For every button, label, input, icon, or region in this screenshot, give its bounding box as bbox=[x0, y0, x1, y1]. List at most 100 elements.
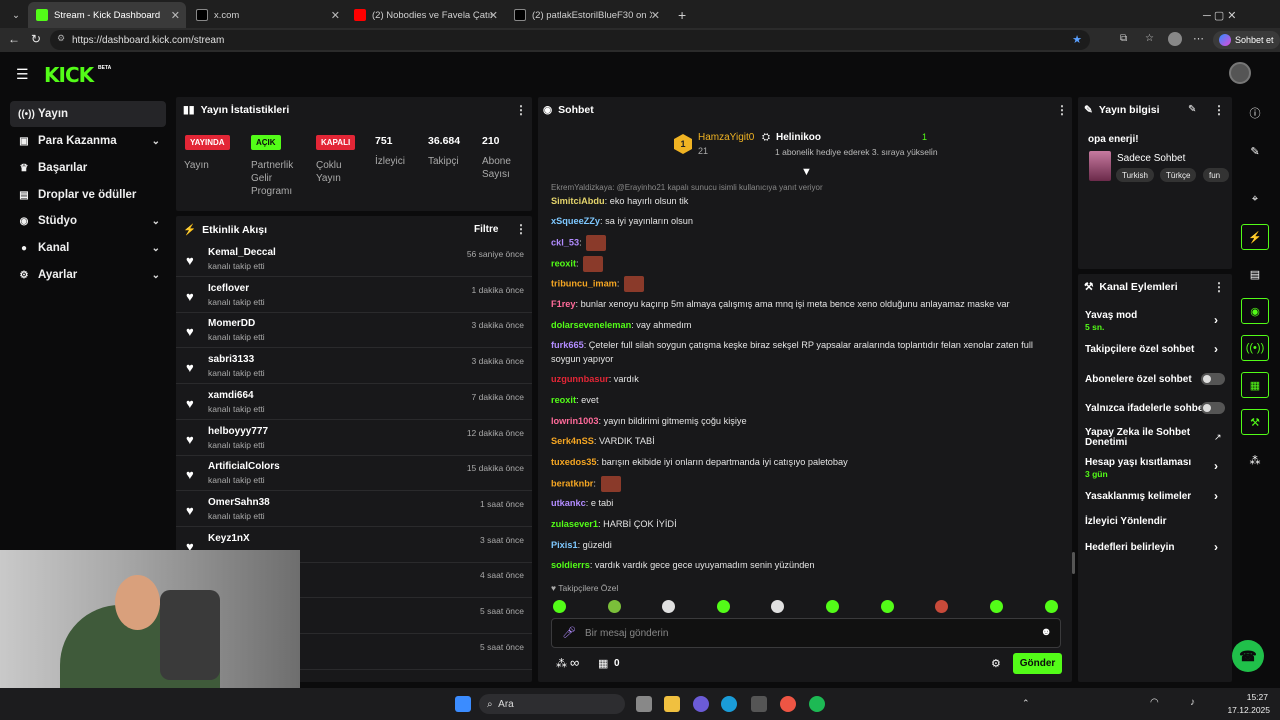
chat-username[interactable]: F1rey bbox=[551, 299, 576, 309]
dots-cluster-icon[interactable]: ⁂ bbox=[1241, 447, 1269, 473]
activity-user[interactable]: ArtificialColors bbox=[208, 461, 280, 472]
emote-only-toggle[interactable] bbox=[1201, 402, 1225, 414]
category-name[interactable]: Sadece Sohbet bbox=[1117, 153, 1185, 164]
followers-only-chat-row[interactable]: Takipçilere özel sohbet bbox=[1085, 344, 1225, 355]
info-icon[interactable]: ⓘ bbox=[1241, 100, 1269, 126]
external-link-icon[interactable]: ↗ bbox=[1214, 432, 1222, 443]
ai-moderation-row[interactable]: Yapay Zeka ile Sohbet Denetimi bbox=[1085, 428, 1205, 448]
activity-item[interactable]: ♥ Kemal_Deccal kanalı takip etti 56 saniye … bbox=[176, 241, 532, 277]
tab-actions-icon[interactable]: ⌄ bbox=[4, 2, 24, 28]
tag-chip[interactable]: Turkish bbox=[1116, 168, 1154, 182]
banned-words-row[interactable]: Yasaklanmış kelimeler bbox=[1085, 491, 1225, 502]
chat-username[interactable]: SimitciAbdu bbox=[551, 196, 605, 206]
store-icon[interactable]: ▦ bbox=[598, 657, 608, 670]
spotify-icon[interactable] bbox=[809, 696, 825, 712]
host-viewers-row[interactable]: İzleyici Yönlendir bbox=[1085, 516, 1225, 527]
activity-item[interactable]: ♥ OmerSahn38 kanalı takip etti 1 saat önce bbox=[176, 491, 532, 527]
broadcast-icon[interactable]: ((•)) bbox=[1241, 335, 1269, 361]
chevron-right-icon[interactable]: › bbox=[1214, 540, 1218, 554]
emote-icon[interactable] bbox=[553, 600, 566, 613]
activity-user[interactable]: OmerSahn38 bbox=[208, 497, 270, 508]
activity-user[interactable]: MomerDD bbox=[208, 318, 255, 329]
profile-avatar[interactable] bbox=[1168, 32, 1182, 46]
sidebar-item-studyo[interactable]: ◉ Stüdyo ⌄ bbox=[10, 208, 166, 234]
emote-icon[interactable] bbox=[608, 600, 621, 613]
chat-username[interactable]: utkankc bbox=[551, 498, 586, 508]
volume-icon[interactable]: ♪ bbox=[1190, 697, 1195, 708]
chat-username[interactable]: Serk4nSS bbox=[551, 436, 594, 446]
clock-time[interactable]: 15:27 bbox=[1234, 692, 1268, 702]
activity-user[interactable]: helboyyy777 bbox=[208, 426, 268, 437]
chrome-icon[interactable] bbox=[780, 696, 796, 712]
activity-item[interactable]: ♥ sabri3133 kanalı takip etti 3 dakika önce bbox=[176, 348, 532, 385]
more-options-icon[interactable]: ⋮ bbox=[1056, 103, 1068, 117]
more-options-icon[interactable]: ⋮ bbox=[1213, 103, 1225, 117]
kick-logo[interactable]: KICK bbox=[44, 63, 94, 87]
more-options-icon[interactable]: ⋯ bbox=[1193, 32, 1204, 45]
activity-item[interactable]: ♥ MomerDD kanalı takip etti 3 dakika önce bbox=[176, 312, 532, 349]
top-gifter-name[interactable]: HamzaYigit0 bbox=[698, 132, 754, 143]
gifter-name[interactable]: Helinikoo bbox=[776, 132, 821, 143]
notes-icon[interactable]: ▤ bbox=[1241, 261, 1269, 287]
edge-icon[interactable] bbox=[721, 696, 737, 712]
sidebar-item-yayin[interactable]: ((•)) Yayın bbox=[10, 101, 166, 127]
tag-chip[interactable]: Türkçe bbox=[1160, 168, 1197, 182]
chat-username[interactable]: zulasever1 bbox=[551, 519, 598, 529]
user-avatar[interactable] bbox=[1229, 62, 1251, 84]
support-button[interactable]: ☎ bbox=[1232, 640, 1264, 672]
app-icon[interactable] bbox=[751, 696, 767, 712]
mic-icon[interactable]: 🎤︎ bbox=[562, 626, 576, 639]
activity-item[interactable]: ♥ helboyyy777 kanalı takip etti 12 dakika ö… bbox=[176, 420, 532, 456]
chat-username[interactable]: tribuncu_imam bbox=[551, 278, 617, 288]
chat-username[interactable]: reoxit bbox=[551, 395, 576, 405]
emote-icon[interactable] bbox=[1045, 600, 1058, 613]
taskbar-search[interactable]: ⌕ Ara bbox=[479, 694, 625, 714]
emote-icon[interactable] bbox=[771, 600, 784, 613]
reload-icon[interactable]: ↻ bbox=[31, 32, 41, 46]
emote-icon[interactable] bbox=[935, 600, 948, 613]
start-icon[interactable] bbox=[455, 696, 471, 712]
sidebar-item-ayarlar[interactable]: ⚙ Ayarlar ⌄ bbox=[10, 262, 166, 288]
back-icon[interactable]: ← bbox=[8, 32, 20, 46]
chat-username[interactable]: xSqueeZZy bbox=[551, 216, 600, 226]
menu-icon[interactable]: ☰ bbox=[16, 66, 29, 83]
chevron-right-icon[interactable]: › bbox=[1214, 459, 1218, 473]
more-options-icon[interactable]: ⋮ bbox=[515, 103, 527, 117]
browser-tab-x[interactable]: x.com ✕ bbox=[188, 2, 346, 28]
close-tab-icon[interactable]: ✕ bbox=[171, 9, 180, 22]
activity-user[interactable]: sabri3133 bbox=[208, 354, 254, 365]
sidebar-item-basarilar[interactable]: ♛ Başarılar bbox=[10, 155, 166, 181]
chevron-right-icon[interactable]: › bbox=[1214, 489, 1218, 503]
chat-username[interactable]: uzgunnbasur bbox=[551, 374, 609, 384]
sidebar-item-para-kazanma[interactable]: ▣ Para Kazanma ⌄ bbox=[10, 128, 166, 154]
chat-username[interactable]: furk665 bbox=[551, 340, 584, 350]
layout-icon[interactable]: ▦ bbox=[1241, 372, 1269, 398]
activity-user[interactable]: Iceflover bbox=[208, 283, 249, 294]
discord-icon[interactable] bbox=[693, 696, 709, 712]
close-tab-icon[interactable]: ✕ bbox=[331, 9, 340, 22]
account-age-row[interactable]: Hesap yaşı kısıtlaması 3 gün bbox=[1085, 457, 1225, 479]
wifi-icon[interactable]: ◠ bbox=[1150, 697, 1159, 708]
channel-points-icon[interactable]: ⁂ bbox=[556, 657, 567, 670]
edit-icon[interactable]: ✎ bbox=[1188, 104, 1196, 115]
url-field[interactable]: ⚙ https://dashboard.kick.com/stream ★ bbox=[50, 30, 1090, 50]
filter-button[interactable]: Filtre bbox=[474, 224, 498, 235]
new-tab-icon[interactable]: + bbox=[670, 2, 690, 28]
chat-icon[interactable]: ◉ bbox=[1241, 298, 1269, 324]
more-options-icon[interactable]: ⋮ bbox=[1213, 280, 1225, 294]
chevron-right-icon[interactable]: › bbox=[1214, 342, 1218, 356]
slow-mode-row[interactable]: Yavaş mod 5 sn. bbox=[1085, 310, 1225, 332]
activity-user[interactable]: Kemal_Deccal bbox=[208, 247, 276, 258]
browser-tab-kick[interactable]: Stream - Kick Dashboard ✕ bbox=[28, 2, 186, 28]
activity-user[interactable]: xamdi664 bbox=[208, 390, 254, 401]
browser-tab-x-post[interactable]: (2) patlakEstorilBlueF30 on X: "so ✕ bbox=[506, 2, 666, 28]
tag-chip[interactable]: fun bbox=[1203, 168, 1229, 182]
activity-item[interactable]: ♥ xamdi664 kanalı takip etti 7 dakika önce bbox=[176, 384, 532, 420]
collapse-icon[interactable]: ▼ bbox=[801, 166, 812, 178]
bolt-icon[interactable]: ⚡ bbox=[1241, 224, 1269, 250]
activity-user[interactable]: Keyz1nX bbox=[208, 533, 250, 544]
activity-item[interactable]: ♥ ArtificialColors kanalı takip etti 15 dak… bbox=[176, 455, 532, 492]
send-button[interactable]: Gönder bbox=[1013, 653, 1062, 674]
emoji-icon[interactable]: ☻ bbox=[1040, 626, 1052, 638]
chat-username[interactable]: soldierrs bbox=[551, 560, 590, 570]
